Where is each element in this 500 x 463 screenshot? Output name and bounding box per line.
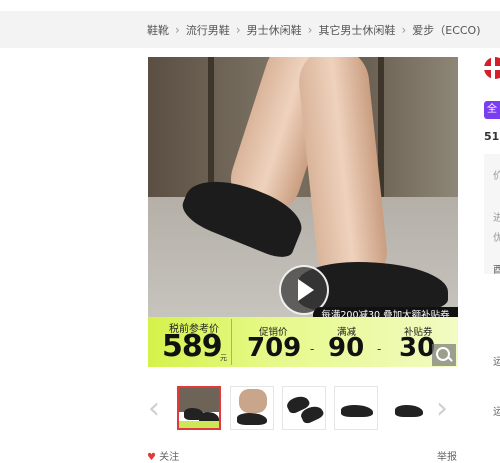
price-divider (231, 319, 232, 365)
shipping-info-text: 运 (493, 407, 500, 418)
breadcrumb-item-fashion-men-shoes[interactable]: 流行男鞋 (186, 22, 230, 38)
subsidy-value: 30 (399, 333, 436, 363)
reference-price-unit: 元 (220, 354, 227, 362)
thumbnail-strip: ‹ › (146, 385, 461, 433)
breadcrumb-separator: › (401, 22, 407, 37)
thumbnail-item[interactable] (282, 386, 326, 430)
thumbnail-item[interactable] (177, 386, 221, 430)
minus-sign: - (377, 342, 382, 356)
breadcrumb-separator: › (307, 22, 313, 37)
product-main-image[interactable]: 每满200减30 叠加大额补贴券 税前参考价 589 元 促销价 709 - 满… (148, 57, 458, 367)
breadcrumb-item-shoes[interactable]: 鞋靴 (147, 22, 169, 38)
image-pillar (208, 57, 214, 197)
breadcrumb-item-men-casual-shoes[interactable]: 男士休闲鞋 (247, 22, 302, 38)
zoom-magnifier-icon[interactable] (432, 344, 456, 366)
breadcrumb-separator: › (235, 22, 241, 37)
thumbnail-item[interactable] (386, 386, 430, 430)
product-title-fragment: 51 (484, 130, 500, 143)
global-purchase-badge: 全 (484, 101, 500, 119)
thumbnail-item[interactable] (230, 386, 274, 430)
thumbnail-item[interactable] (334, 386, 378, 430)
reference-price-value: 589 (162, 329, 223, 364)
promo-price-value: 709 (247, 333, 302, 363)
breadcrumb: 鞋靴 › 流行男鞋 › 男士休闲鞋 › 其它男士休闲鞋 › 爱步（ECCO) (147, 11, 481, 48)
shipping-info-text: 运 (493, 357, 500, 368)
minus-sign: - (310, 342, 315, 356)
follow-button[interactable]: ♥ 关注 (147, 448, 179, 463)
price-band: 税前参考价 589 元 促销价 709 - 满减 90 - 补贴券 30 (148, 317, 458, 367)
product-info-panel: 全 51 价 进 优 酉 运 运 (484, 57, 500, 458)
breadcrumb-item-brand-ecco[interactable]: 爱步（ECCO) (412, 22, 480, 38)
breadcrumb-item-other-casual-shoes[interactable]: 其它男士休闲鞋 (318, 22, 395, 38)
report-link[interactable]: 举报 (437, 448, 457, 463)
country-flag-icon (484, 57, 500, 79)
breadcrumb-separator: › (175, 22, 180, 37)
promo-info-text: 优 (493, 233, 500, 244)
info-text: 酉 (493, 265, 500, 276)
promo-info-text: 进 (493, 213, 500, 224)
thumbnail-next-icon[interactable]: › (436, 389, 448, 429)
thumbnail-prev-icon[interactable]: ‹ (148, 389, 160, 429)
price-info-text: 价 (493, 171, 500, 182)
breadcrumb-bar: 鞋靴 › 流行男鞋 › 男士休闲鞋 › 其它男士休闲鞋 › 爱步（ECCO) (0, 11, 500, 48)
discount-value: 90 (328, 333, 365, 363)
